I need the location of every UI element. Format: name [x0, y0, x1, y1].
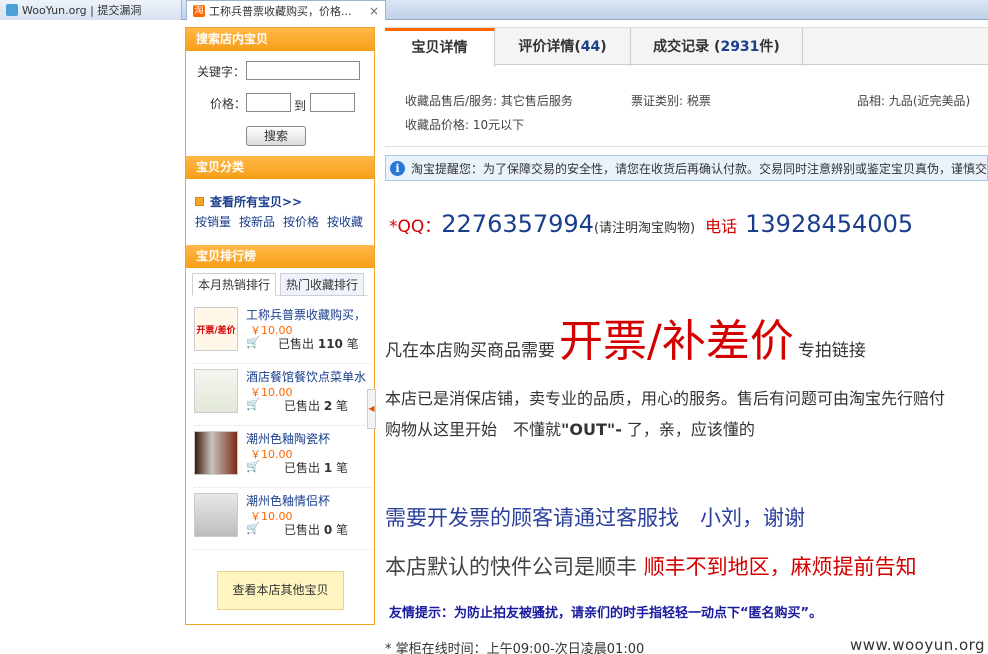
product-name-link[interactable]: 工称兵普票收藏购买，	[246, 306, 372, 323]
attr-condition: 品相: 九品(近完美品)	[857, 94, 971, 108]
shop-intro-text-2: 购物从这里开始 不懂就"OUT"- 了，亲，应该懂的	[385, 420, 755, 439]
tab-transactions[interactable]: 成交记录 (2931件)	[631, 28, 803, 66]
product-thumbnail[interactable]	[194, 369, 238, 413]
browser-tab-taobao[interactable]: 淘 工称兵普票收藏购买，价格... ×	[186, 0, 386, 20]
sold-count: 已售出 1 笔	[284, 461, 349, 475]
tab-popular-favorites[interactable]: 热门收藏排行	[280, 273, 365, 296]
info-icon: i	[390, 160, 405, 176]
search-heading: 搜索店内宝贝	[186, 28, 374, 51]
browser-tab-title: 工称兵普票收藏购买，价格...	[209, 4, 352, 18]
search-button[interactable]: 搜索	[246, 126, 306, 146]
invoice-prefix: 凡在本店购买商品需要	[385, 341, 555, 361]
attr-ticket-type: 票证类别: 税票	[631, 94, 711, 108]
notice-text: 淘宝提醒您：为了保障交易的安全性，请您在收货后再确认付款。交易同时注意辨别或鉴定…	[411, 161, 988, 176]
attr-price-range: 收藏品价格: 10元以下	[405, 118, 525, 132]
product-thumbnail[interactable]	[194, 431, 238, 475]
contact-line: *QQ： 2276357994 (请注明淘宝购物) 电话 13928454005	[389, 210, 913, 238]
categories-box: 查看所有宝贝>> 按销量 按新品 按价格 按收藏	[186, 179, 374, 245]
product-name-link[interactable]: 酒店餐馆餐饮点菜单水	[246, 368, 372, 385]
list-item[interactable]: 酒店餐馆餐饮点菜单水 ￥10.00 🛒 已售出 2 笔	[194, 366, 372, 426]
sort-links: 按销量 按新品 按价格 按收藏	[195, 213, 363, 230]
phone-label: 电话	[705, 217, 738, 236]
shop-intro-text: 本店已是消保店铺，卖专业的品质，用心的服务。售后有问题可由淘宝先行赔付	[385, 389, 946, 408]
sort-by-price-link[interactable]: 按价格	[283, 213, 319, 230]
attr-after-sale: 收藏品售后/服务: 其它售后服务	[405, 94, 573, 108]
product-thumbnail[interactable]	[194, 493, 238, 537]
invoice-contact-text: 需要开发票的顾客请通过客服找 小刘，谢谢	[385, 506, 805, 530]
price-to-label: 到	[294, 99, 307, 113]
view-all-items-link[interactable]: 查看所有宝贝>>	[195, 193, 302, 210]
cart-icon: 🛒	[246, 460, 260, 473]
view-other-items-button[interactable]: 查看本店其他宝贝	[217, 571, 344, 610]
sort-by-favorites-link[interactable]: 按收藏	[327, 213, 363, 230]
item-attributes: 收藏品售后/服务: 其它售后服务 票证类别: 税票 品相: 九品(近完美品) 收…	[385, 65, 988, 147]
qq-number: 2276357994	[441, 210, 594, 238]
ranking-list: 开票/差价 工称兵普票收藏购买， ￥10.00 🛒 已售出 110 笔 酒店餐馆…	[186, 296, 376, 581]
taobao-safety-notice: i 淘宝提醒您：为了保障交易的安全性，请您在收货后再确认付款。交易同时注意辨别或…	[385, 155, 988, 181]
keyword-input[interactable]	[246, 61, 360, 80]
friendly-tip: 友情提示：为防止拍友被骚扰，请亲们的时手指轻轻一动点下“匿名购买”。	[389, 606, 823, 621]
product-thumbnail[interactable]: 开票/差价	[194, 307, 238, 351]
shipping-text: 本店默认的快件公司是顺丰 顺丰不到地区，麻烦提前告知	[385, 555, 917, 579]
invoice-headline: 开票/补差价	[559, 316, 794, 367]
shop-search-box: 关键字： 价格： 到 搜索	[186, 51, 374, 156]
browser-tab-title: WooYun.org | 提交漏洞	[22, 4, 142, 17]
watermark: www.wooyun.org	[850, 636, 986, 654]
cart-icon: 🛒	[246, 398, 260, 411]
cart-icon: 🛒	[246, 522, 260, 535]
list-item[interactable]: 潮州色釉情侣杯 ￥10.00 🛒 已售出 0 笔	[194, 490, 372, 550]
sold-count: 已售出 0 笔	[284, 523, 349, 537]
scroll-left-arrow-icon[interactable]: ◀	[367, 389, 376, 429]
ranking-tabs: 本月热销排行 热门收藏排行	[192, 268, 368, 296]
sort-by-new-link[interactable]: 按新品	[239, 213, 275, 230]
product-name-link[interactable]: 潮州色釉陶瓷杯	[246, 430, 372, 447]
thumbnail-caption: 开票/差价	[196, 325, 236, 336]
wooyun-favicon-icon	[6, 4, 18, 16]
tab-reviews[interactable]: 评价详情(44)	[495, 28, 631, 66]
sold-count: 已售出 2 笔	[284, 399, 349, 413]
invoice-link-line: 凡在本店购买商品需要 开票/补差价 专拍链接	[385, 305, 866, 369]
close-icon[interactable]: ×	[369, 4, 379, 18]
taobao-favicon-icon: 淘	[193, 4, 205, 17]
browser-tab-strip: WooYun.org | 提交漏洞 淘 工称兵普票收藏购买，价格... ×	[0, 0, 988, 20]
tab-item-details[interactable]: 宝贝详情	[385, 28, 495, 67]
sold-count: 已售出 110 笔	[278, 337, 359, 351]
categories-heading: 宝贝分类	[186, 156, 374, 179]
price-label: 价格：	[210, 97, 247, 111]
qq-note: (请注明淘宝购物)	[593, 221, 696, 236]
detail-tabs: 宝贝详情 评价详情(44) 成交记录 (2931件)	[385, 27, 988, 67]
price-max-input[interactable]	[310, 93, 355, 112]
price-min-input[interactable]	[246, 93, 291, 112]
browser-tab-wooyun[interactable]: WooYun.org | 提交漏洞	[0, 0, 182, 20]
sort-by-sales-link[interactable]: 按销量	[195, 213, 231, 230]
cart-icon: 🛒	[246, 336, 260, 349]
list-item[interactable]: 开票/差价 工称兵普票收藏购买， ￥10.00 🛒 已售出 110 笔	[194, 304, 372, 364]
tab-monthly-bestsellers[interactable]: 本月热销排行	[192, 273, 277, 296]
invoice-suffix: 专拍链接	[797, 341, 866, 361]
view-all-label: 查看所有宝贝>>	[210, 195, 303, 209]
shop-sidebar: 搜索店内宝贝 关键字： 价格： 到 搜索 宝贝分类 查看所有宝贝>> 按销量 按…	[185, 27, 376, 625]
list-item[interactable]: 潮州色釉陶瓷杯 ￥10.00 🛒 已售出 1 笔	[194, 428, 372, 488]
keyword-label: 关键字：	[197, 65, 246, 79]
bullet-square-icon	[195, 197, 204, 206]
ranking-heading: 宝贝排行榜	[186, 245, 374, 268]
phone-number: 13928454005	[745, 210, 914, 238]
qq-label: *QQ：	[389, 217, 442, 237]
online-hours: * 掌柜在线时间：上午09:00-次日凌晨01:00	[385, 642, 645, 654]
product-name-link[interactable]: 潮州色釉情侣杯	[246, 492, 372, 509]
